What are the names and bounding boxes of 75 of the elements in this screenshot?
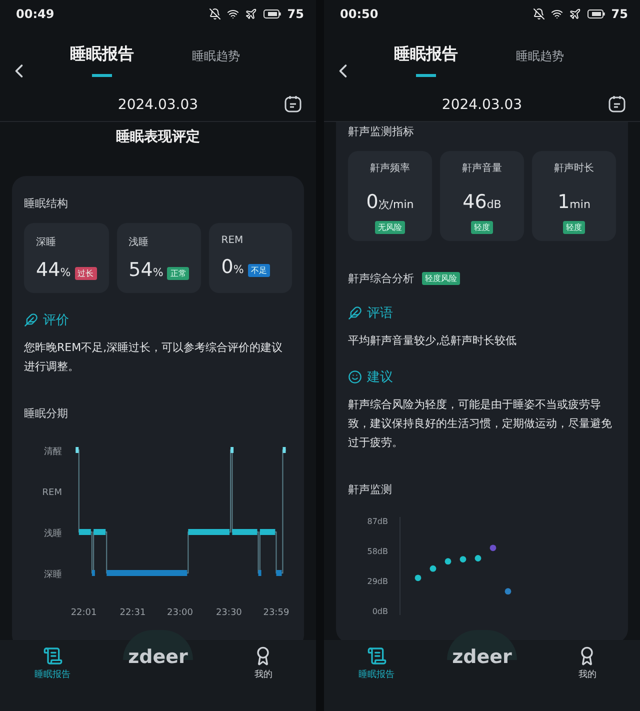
status-badge: 过长	[74, 267, 97, 280]
axis-label: 清醒	[44, 447, 62, 457]
nav-item[interactable]: 睡眠报告	[34, 646, 71, 681]
battery-icon	[263, 9, 282, 19]
battery-level: 75	[287, 7, 304, 21]
smile-icon	[348, 370, 362, 384]
stat-value: 1 min	[558, 191, 590, 213]
scroll-icon	[366, 646, 387, 666]
comment-heading: 建议	[367, 369, 393, 386]
feather-icon	[24, 313, 38, 327]
mute-icon	[209, 8, 222, 20]
section-label: 鼾声监测指标	[348, 124, 414, 139]
status-badge: 不足	[248, 264, 270, 277]
calendar-icon	[284, 95, 302, 113]
scroll-icon	[42, 646, 63, 666]
status-badge: 轻度	[563, 221, 585, 234]
axis-label: 23:59	[263, 608, 290, 618]
stat-value: 54%	[128, 259, 164, 281]
comment-text: 鼾声综合风险为轻度，可能是由于睡姿不当或疲劳导致，建议保持良好的生活习惯，定期做运动，尽量避免过于疲劳。	[348, 397, 613, 451]
axis-label: 29dB	[367, 577, 388, 586]
stat-value: 0次/min	[366, 191, 414, 213]
status-time: 00:49	[16, 7, 54, 21]
axis-label: 0dB	[372, 607, 388, 616]
app-logo: zdeer	[452, 646, 512, 668]
status-time: 00:50	[340, 7, 378, 21]
stat-value: 44%	[36, 259, 71, 281]
nav-item[interactable]: 睡眠报告	[358, 646, 395, 681]
tile-label: 深睡	[36, 236, 57, 249]
airplane-icon	[569, 8, 582, 20]
tab[interactable]: 睡眠趋势	[516, 48, 564, 76]
page-heading: 睡眠表现评定	[115, 128, 201, 146]
calendar-icon	[608, 95, 626, 113]
tile-label: 浅睡	[128, 236, 150, 249]
axis-label: 23:30	[216, 608, 242, 618]
tab[interactable]: 睡眠报告	[70, 44, 134, 80]
mute-icon	[533, 8, 546, 20]
nav-item[interactable]: 我的	[577, 646, 598, 681]
axis-label: 87dB	[367, 517, 388, 526]
axis-label: REM	[42, 488, 62, 498]
calendar-button[interactable]	[608, 95, 626, 113]
nav-item[interactable]: 我的	[253, 646, 274, 681]
stat-value: 0%	[221, 256, 244, 278]
airplane-icon	[245, 8, 258, 20]
tile-label: 鼾声频率	[370, 162, 410, 175]
section-label: 鼾声综合分析	[348, 271, 414, 286]
status-badge: 正常	[167, 267, 190, 280]
tile-label: 鼾声时长	[554, 162, 594, 175]
axis-label: 22:31	[120, 608, 146, 618]
tile-label: REM	[221, 235, 244, 246]
axis-label: 23:00	[167, 608, 193, 618]
status-badge: 轻度	[471, 221, 493, 234]
tab[interactable]: 睡眠趋势	[192, 48, 240, 76]
feather-icon	[348, 306, 362, 320]
app-logo: zdeer	[128, 646, 188, 668]
battery-level: 75	[611, 7, 628, 21]
calendar-button[interactable]	[284, 95, 302, 113]
axis-label: 22:01	[70, 608, 97, 618]
comment-text: 平均鼾声音量较少,总鼾声时长较低	[348, 333, 518, 349]
section-label: 鼾声监测	[348, 482, 392, 497]
report-date: 2024.03.03	[118, 96, 198, 112]
report-date: 2024.03.03	[442, 96, 522, 112]
tab[interactable]: 睡眠报告	[394, 44, 458, 80]
comment-heading: 评价	[43, 312, 69, 329]
axis-label: 浅睡	[44, 529, 62, 539]
section-label: 睡眠分期	[24, 406, 68, 421]
axis-label: 深睡	[44, 570, 62, 580]
tile-label: 鼾声音量	[462, 162, 502, 175]
stat-value: 46dB	[462, 191, 502, 213]
status-badge: 轻度风险	[422, 272, 460, 285]
battery-icon	[587, 9, 606, 19]
comment-heading: 评语	[367, 305, 393, 322]
section-label: 睡眠结构	[24, 196, 68, 211]
axis-label: 58dB	[367, 547, 388, 556]
status-badge: 无风险	[375, 221, 405, 234]
comment-text: 您昨晚REM不足,深睡过长，可以参考综合评价的建议进行调整。	[24, 340, 284, 375]
